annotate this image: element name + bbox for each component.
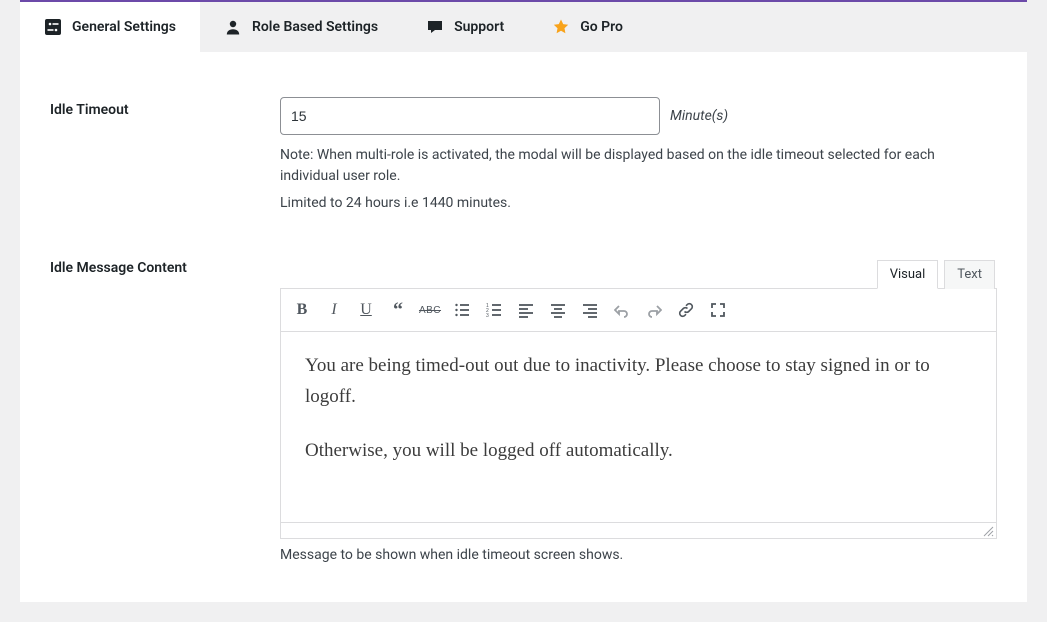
align-left-button[interactable] xyxy=(511,295,541,325)
bullet-list-button[interactable] xyxy=(447,295,477,325)
idle-timeout-note-2: Limited to 24 hours i.e 1440 minutes. xyxy=(280,193,997,214)
idle-timeout-unit: Minute(s) xyxy=(670,108,728,124)
idle-timeout-label: Idle Timeout xyxy=(50,102,129,118)
undo-button[interactable] xyxy=(607,295,637,325)
tab-role-based-settings[interactable]: Role Based Settings xyxy=(200,2,402,52)
bold-button[interactable]: B xyxy=(287,295,317,325)
idle-message-help: Message to be shown when idle timeout sc… xyxy=(280,545,997,566)
tab-label: Role Based Settings xyxy=(252,19,378,35)
row-idle-message-content: Idle Message Content Visual Text B I U xyxy=(50,240,997,592)
star-icon xyxy=(552,18,570,36)
settings-panel: Idle Timeout Minute(s) Note: When multi-… xyxy=(20,52,1027,602)
idle-timeout-note-1: Note: When multi-role is activated, the … xyxy=(280,145,997,187)
settings-tabs: General Settings Role Based Settings Sup… xyxy=(20,0,1027,52)
redo-button[interactable] xyxy=(639,295,669,325)
idle-message-label: Idle Message Content xyxy=(50,260,187,276)
editor-toolbar: B I U “ ABC 123 xyxy=(281,289,996,332)
editor-paragraph: You are being timed-out out due to inact… xyxy=(305,350,972,413)
row-idle-timeout: Idle Timeout Minute(s) Note: When multi-… xyxy=(50,82,997,240)
blockquote-button[interactable]: “ xyxy=(383,295,413,325)
settings-form-table: Idle Timeout Minute(s) Note: When multi-… xyxy=(50,82,997,592)
tab-support[interactable]: Support xyxy=(402,2,528,52)
strikethrough-button[interactable]: ABC xyxy=(415,295,445,325)
chat-icon xyxy=(426,18,444,36)
sliders-icon xyxy=(44,18,62,36)
svg-text:3: 3 xyxy=(486,313,489,318)
tab-general-settings[interactable]: General Settings xyxy=(20,2,200,52)
align-right-button[interactable] xyxy=(575,295,605,325)
underline-button[interactable]: U xyxy=(351,295,381,325)
tab-go-pro[interactable]: Go Pro xyxy=(528,2,647,52)
idle-timeout-input[interactable] xyxy=(280,97,660,135)
tab-label: Support xyxy=(454,19,504,35)
align-center-button[interactable] xyxy=(543,295,573,325)
editor-tab-text[interactable]: Text xyxy=(944,260,995,289)
fullscreen-button[interactable] xyxy=(703,295,733,325)
numbered-list-button[interactable]: 123 xyxy=(479,295,509,325)
editor-paragraph: Otherwise, you will be logged off automa… xyxy=(305,435,972,466)
user-icon xyxy=(224,18,242,36)
resize-handle[interactable] xyxy=(982,525,994,537)
editor-statusbar xyxy=(281,522,996,538)
editor-tab-visual[interactable]: Visual xyxy=(877,260,939,289)
link-button[interactable] xyxy=(671,295,701,325)
editor-mode-tabs: Visual Text xyxy=(280,259,997,288)
tab-label: General Settings xyxy=(72,19,176,35)
italic-button[interactable]: I xyxy=(319,295,349,325)
tab-label: Go Pro xyxy=(580,19,623,35)
wysiwyg-editor: B I U “ ABC 123 xyxy=(280,288,997,539)
editor-content[interactable]: You are being timed-out out due to inact… xyxy=(281,332,996,522)
